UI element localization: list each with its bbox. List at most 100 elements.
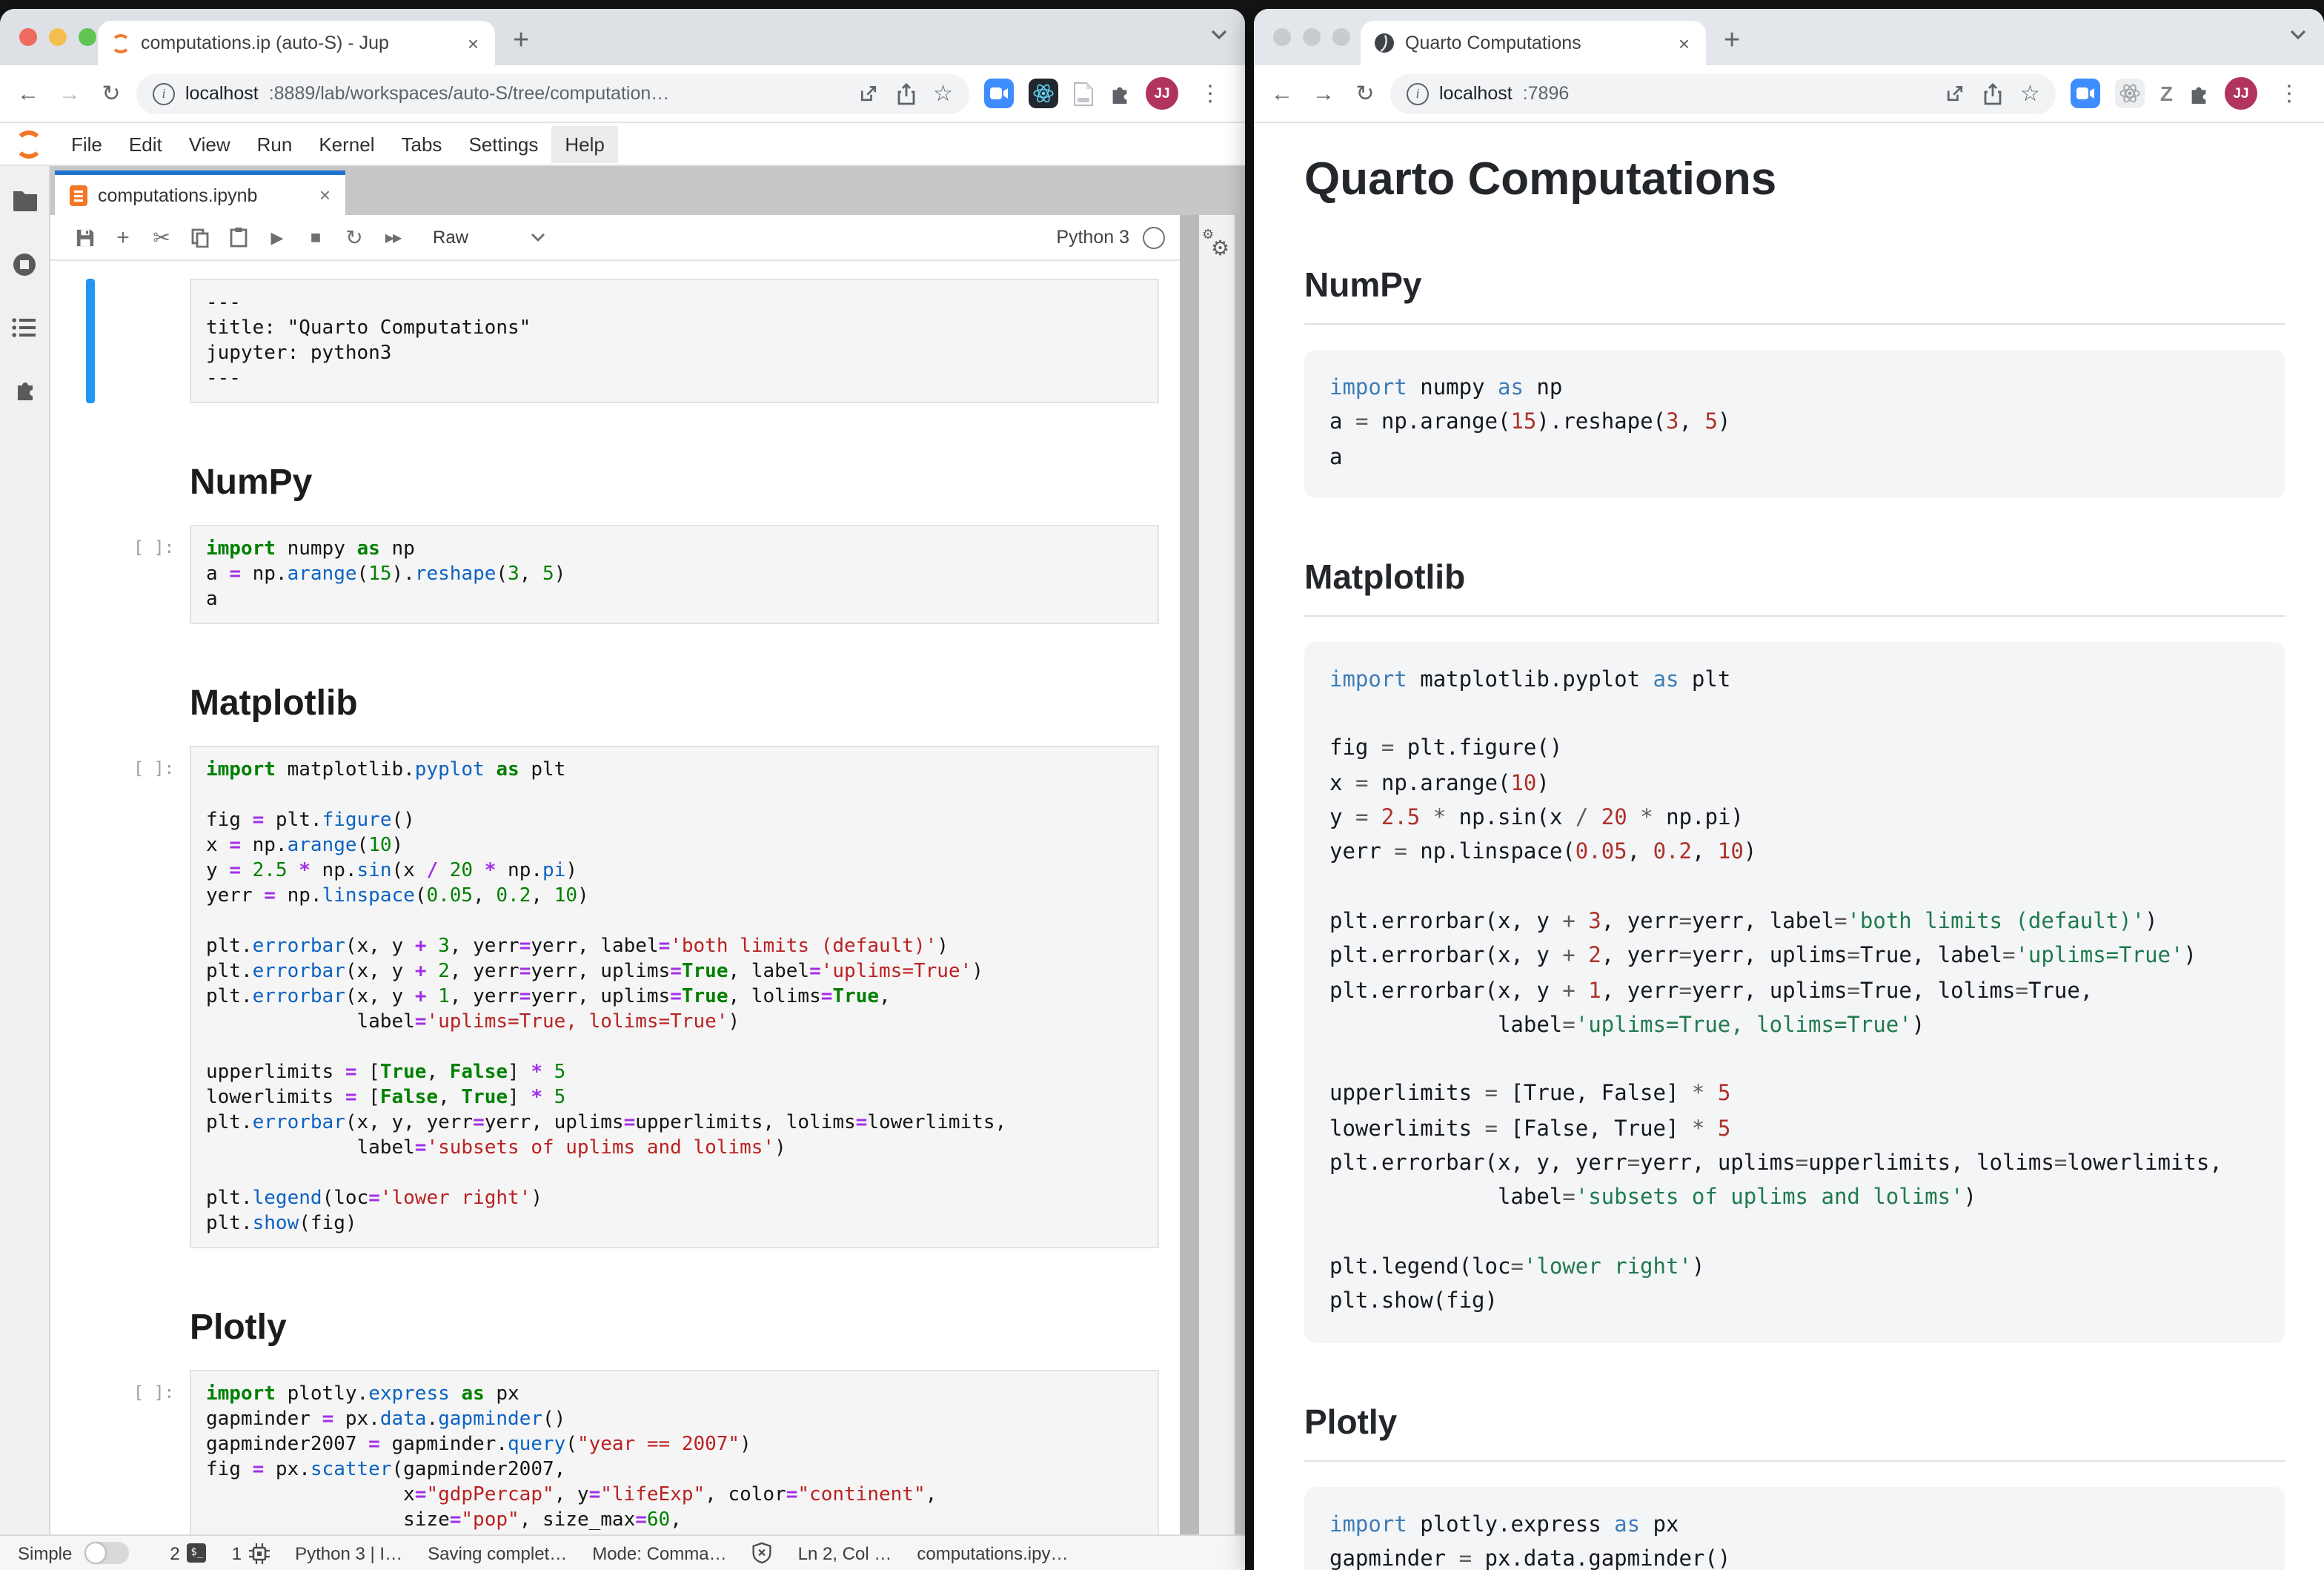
markdown-cell[interactable]: Matplotlib (86, 675, 1159, 725)
window-zoom-button[interactable] (79, 28, 96, 46)
tab-close-icon[interactable]: × (1676, 32, 1693, 54)
tab-close-icon[interactable]: × (465, 32, 482, 54)
code-editor[interactable]: import numpy as npa = np.arange(15).resh… (190, 525, 1159, 624)
address-bar[interactable]: i localhost :8889/lab/workspaces/auto-S/… (136, 73, 969, 113)
notebook-scroll-area[interactable]: ---title: "Quarto Computations"jupyter: … (50, 261, 1180, 1534)
bookmark-star-icon[interactable]: ☆ (2020, 82, 2040, 105)
extension-manager-icon[interactable] (13, 378, 36, 402)
cell-collapser[interactable] (86, 1299, 95, 1349)
simple-mode-toggle[interactable] (84, 1542, 128, 1564)
browser-menu-icon[interactable]: ⋮ (2272, 80, 2306, 107)
extensions-puzzle-icon[interactable] (2188, 82, 2210, 105)
document-extension-icon[interactable] (1073, 81, 1094, 106)
back-icon[interactable]: ← (1266, 81, 1298, 106)
jupyter-favicon-icon (111, 33, 130, 53)
chevron-down-icon[interactable] (2290, 30, 2306, 40)
reload-icon[interactable]: ↻ (95, 80, 127, 107)
window-close-button[interactable] (19, 28, 37, 46)
menu-help[interactable]: Help (551, 125, 618, 162)
share-icon[interactable] (1983, 82, 2002, 105)
cell-collapser[interactable] (86, 525, 95, 624)
trust-shield-icon[interactable] (752, 1542, 773, 1564)
cursor-position[interactable]: Ln 2, Col … (798, 1543, 892, 1563)
bookmark-star-icon[interactable]: ☆ (933, 82, 953, 105)
window-scrollbar-track[interactable] (1235, 215, 1245, 1534)
window-minimize-button[interactable] (49, 28, 67, 46)
window-close-button[interactable] (1273, 28, 1291, 46)
menu-settings[interactable]: Settings (455, 125, 551, 162)
running-terminals-icon[interactable] (12, 252, 37, 277)
interrupt-kernel-button[interactable]: ■ (296, 227, 335, 248)
window-minimize-button[interactable] (1303, 28, 1321, 46)
window-zoom-button[interactable] (1332, 28, 1350, 46)
address-bar[interactable]: i localhost :7896 ☆ (1390, 73, 2056, 113)
react-devtools-extension-icon[interactable] (2116, 79, 2145, 108)
new-tab-button[interactable]: + (513, 27, 529, 55)
browser-tab-jupyter[interactable]: computations.ip (auto-S) - Jup × (98, 21, 495, 65)
restart-run-all-button[interactable]: ▶▶ (374, 231, 412, 244)
markdown-cell[interactable]: NumPy (86, 454, 1159, 504)
forward-icon[interactable]: → (1307, 81, 1340, 106)
cell-collapser[interactable] (86, 279, 95, 403)
right-sidebar-strip[interactable]: ⚙⚙ (1199, 215, 1235, 1534)
new-tab-button[interactable]: + (1724, 27, 1740, 55)
quarto-browser-window: Quarto Computations × + ← → ↻ i localhos… (1254, 9, 2324, 1570)
saving-status: Saving complet… (428, 1543, 567, 1563)
cell-collapser[interactable] (86, 746, 95, 1248)
code-cell-matplotlib[interactable]: [ ]: import matplotlib.pyplot as plt fig… (86, 746, 1159, 1248)
zoom-extension-icon[interactable] (984, 79, 1014, 108)
back-icon[interactable]: ← (12, 81, 44, 106)
table-of-contents-icon[interactable] (12, 317, 37, 338)
cell-collapser[interactable] (86, 454, 95, 504)
open-in-new-icon[interactable] (857, 83, 878, 104)
open-in-new-icon[interactable] (1945, 83, 1965, 104)
notebook-tab[interactable]: computations.ipynb × (55, 170, 345, 215)
kernel-count[interactable]: 1 (232, 1543, 242, 1563)
menu-view[interactable]: View (176, 125, 244, 162)
menu-edit[interactable]: Edit (116, 125, 176, 162)
command-mode-indicator[interactable]: Mode: Comma… (592, 1543, 726, 1563)
paste-cells-button[interactable] (219, 227, 258, 248)
kernel-status-text[interactable]: Python 3 | I… (295, 1543, 402, 1563)
cell-collapser[interactable] (86, 675, 95, 725)
markdown-cell[interactable]: Plotly (86, 1299, 1159, 1349)
code-editor[interactable]: import matplotlib.pyplot as plt fig = pl… (190, 746, 1159, 1248)
share-icon[interactable] (896, 82, 915, 105)
kernel-indicator[interactable]: Python 3 (1056, 226, 1165, 248)
browser-tab-quarto[interactable]: Quarto Computations × (1361, 21, 1706, 65)
chevron-down-icon[interactable] (1211, 30, 1227, 40)
terminal-count[interactable]: 2 (170, 1543, 179, 1563)
react-devtools-extension-icon[interactable] (1029, 79, 1058, 108)
code-cell-numpy[interactable]: [ ]: import numpy as npa = np.arange(15)… (86, 525, 1159, 624)
file-browser-icon[interactable] (11, 190, 38, 212)
extensions-puzzle-icon[interactable] (1109, 82, 1131, 105)
cell-collapser[interactable] (86, 1370, 95, 1534)
simple-mode-label: Simple (18, 1543, 72, 1563)
info-icon[interactable]: i (1407, 82, 1429, 105)
menu-kernel[interactable]: Kernel (305, 125, 388, 162)
browser-menu-icon[interactable]: ⋮ (1193, 80, 1227, 107)
notebook-tab-close-icon[interactable]: × (319, 184, 331, 206)
menu-file[interactable]: File (58, 125, 116, 162)
code-cell-plotly[interactable]: [ ]: import plotly.express as pxgapminde… (86, 1370, 1159, 1534)
raw-cell-editor[interactable]: ---title: "Quarto Computations"jupyter: … (190, 279, 1159, 403)
forward-icon[interactable]: → (53, 81, 86, 106)
cell-type-dropdown[interactable]: Raw (433, 227, 545, 248)
restart-kernel-button[interactable]: ↻ (335, 225, 374, 250)
menu-run[interactable]: Run (244, 125, 306, 162)
menu-tabs[interactable]: Tabs (388, 125, 456, 162)
profile-avatar[interactable]: JJ (2225, 77, 2257, 110)
add-cell-button[interactable]: + (104, 225, 142, 250)
raw-cell[interactable]: ---title: "Quarto Computations"jupyter: … (86, 279, 1159, 403)
copy-cells-button[interactable] (181, 228, 219, 247)
run-cell-button[interactable]: ▶ (258, 228, 296, 247)
cut-cells-button[interactable]: ✂ (142, 225, 181, 250)
profile-avatar[interactable]: JJ (1146, 77, 1178, 110)
info-icon[interactable]: i (153, 82, 175, 105)
zoom-extension-icon[interactable] (2071, 79, 2101, 108)
code-editor[interactable]: import plotly.express as pxgapminder = p… (190, 1370, 1159, 1534)
reload-icon[interactable]: ↻ (1349, 80, 1381, 107)
z-extension-icon[interactable]: Z (2160, 82, 2173, 105)
save-button[interactable] (65, 228, 104, 247)
quarto-page[interactable]: Quarto Computations NumPy import numpy a… (1254, 123, 2324, 1570)
